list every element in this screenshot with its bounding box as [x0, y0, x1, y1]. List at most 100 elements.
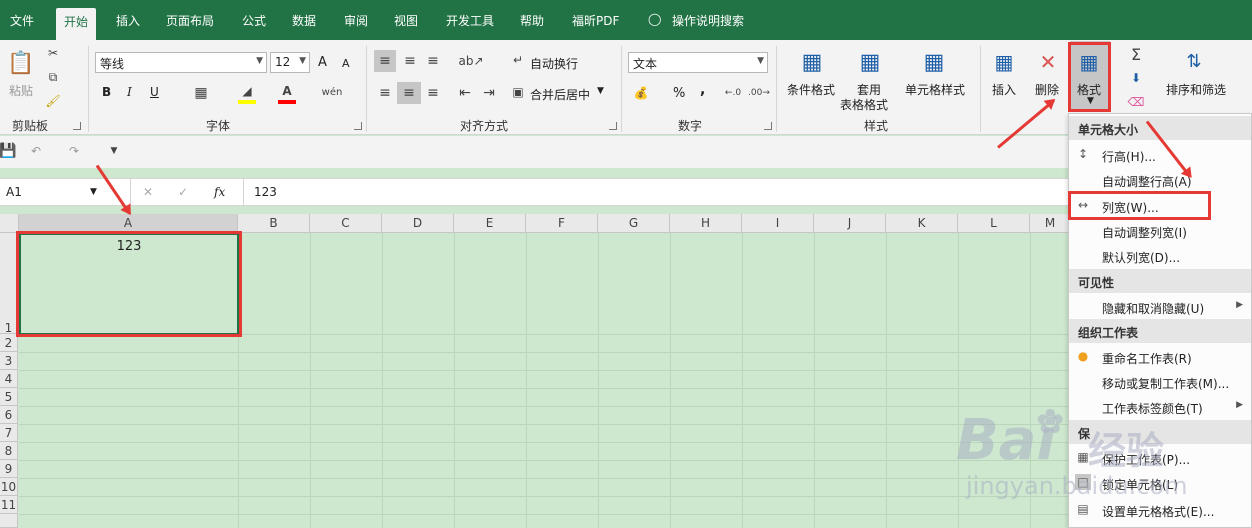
menu-item-tab-color[interactable]: 工作表标签颜色(T) ▶	[1069, 394, 1251, 419]
align-right-icon[interactable]: ≡	[422, 82, 444, 104]
sort-filter-icon[interactable]: ⇅	[1176, 46, 1212, 76]
conditional-format-icon[interactable]: ▦	[796, 46, 828, 78]
copy-icon[interactable]: ⧉	[44, 68, 62, 86]
menu-item-autofit-column[interactable]: 自动调整列宽(I)	[1069, 218, 1251, 243]
cancel-icon[interactable]: ✕	[140, 184, 156, 200]
font-color-icon[interactable]: A	[278, 82, 296, 100]
row-header-7[interactable]: 7	[0, 424, 18, 442]
row-header-8[interactable]: 8	[0, 442, 18, 460]
delete-cells-button[interactable]: 删除	[1035, 81, 1059, 98]
increase-indent-icon[interactable]: ⇥	[478, 82, 500, 104]
tab-home[interactable]: 开始	[56, 8, 97, 40]
row-header-10[interactable]: 10	[0, 478, 18, 496]
formula-input[interactable]: 123	[254, 185, 277, 199]
italic-button[interactable]: I	[127, 85, 132, 99]
tab-file[interactable]: 文件	[10, 12, 34, 29]
fill-icon[interactable]: ⬇	[1126, 68, 1146, 88]
tab-data[interactable]: 数据	[292, 12, 316, 29]
insert-cells-icon[interactable]: ▦	[990, 48, 1018, 76]
font-name-select[interactable]: 等线 ▼	[95, 52, 267, 73]
tab-review[interactable]: 审阅	[344, 12, 368, 29]
tab-view[interactable]: 视图	[394, 12, 418, 29]
redo-icon[interactable]: ↷	[66, 143, 82, 159]
number-launcher-icon[interactable]	[764, 122, 772, 130]
row-header-9[interactable]: 9	[0, 460, 18, 478]
sort-filter-button[interactable]: 排序和筛选	[1166, 81, 1226, 98]
border-icon[interactable]: ▦	[192, 84, 210, 102]
menu-item-row-height[interactable]: ↕ 行高(H)...	[1069, 142, 1251, 167]
tell-me-search[interactable]: 操作说明搜索	[672, 12, 744, 29]
clipboard-launcher-icon[interactable]	[73, 122, 81, 130]
column-header-k[interactable]: K	[886, 214, 958, 233]
decrease-decimal-icon[interactable]: .00→	[748, 82, 770, 104]
decrease-indent-icon[interactable]: ⇤	[454, 82, 476, 104]
insert-cells-button[interactable]: 插入	[992, 81, 1016, 98]
font-launcher-icon[interactable]	[354, 122, 362, 130]
fill-color-icon[interactable]: ◢	[238, 82, 256, 100]
column-header-l[interactable]: L	[958, 214, 1030, 233]
wrap-text-icon[interactable]: ↵	[510, 52, 526, 68]
name-box[interactable]: A1	[6, 185, 22, 199]
chevron-down-icon[interactable]: ▼	[90, 187, 97, 197]
column-header-e[interactable]: E	[454, 214, 526, 233]
number-format-select[interactable]: 文本 ▼	[628, 52, 768, 73]
align-top-icon[interactable]: ≡	[374, 50, 396, 72]
menu-item-default-width[interactable]: 默认列宽(D)...	[1069, 243, 1251, 268]
column-header-f[interactable]: F	[526, 214, 598, 233]
column-header-d[interactable]: D	[382, 214, 454, 233]
column-header-g[interactable]: G	[598, 214, 670, 233]
column-header-c[interactable]: C	[310, 214, 382, 233]
grow-font-button[interactable]: A	[318, 55, 327, 70]
increase-decimal-icon[interactable]: ←.0	[722, 82, 744, 104]
shrink-font-button[interactable]: A	[342, 57, 350, 70]
tab-developer[interactable]: 开发工具	[446, 12, 494, 29]
row-header-4[interactable]: 4	[0, 370, 18, 388]
currency-icon[interactable]: 💰	[630, 82, 652, 104]
row-header-11[interactable]: 11	[0, 496, 18, 514]
column-header-j[interactable]: J	[814, 214, 886, 233]
autosum-icon[interactable]: Σ	[1126, 44, 1146, 64]
menu-item-move-copy[interactable]: 移动或复制工作表(M)...	[1069, 369, 1251, 394]
row-header-3[interactable]: 3	[0, 352, 18, 370]
alignment-launcher-icon[interactable]	[609, 122, 617, 130]
row-header-6[interactable]: 6	[0, 406, 18, 424]
column-header-b[interactable]: B	[238, 214, 310, 233]
align-middle-icon[interactable]: ≡	[399, 50, 421, 72]
menu-item-autofit-row[interactable]: 自动调整行高(A)	[1069, 167, 1251, 192]
conditional-format-button[interactable]: 条件格式	[787, 81, 835, 98]
chevron-down-icon[interactable]: ▼	[597, 86, 604, 96]
tab-help[interactable]: 帮助	[520, 12, 544, 29]
menu-item-hide-unhide[interactable]: 隐藏和取消隐藏(U) ▶	[1069, 294, 1251, 319]
merge-center-button[interactable]: 合并后居中	[530, 86, 590, 103]
align-center-icon[interactable]: ≡	[397, 82, 421, 104]
row-header-5[interactable]: 5	[0, 388, 18, 406]
clear-icon[interactable]: ⌫	[1126, 92, 1146, 112]
column-header-i[interactable]: I	[742, 214, 814, 233]
format-as-table-label-2[interactable]: 表格格式	[840, 96, 888, 113]
format-as-table-icon[interactable]: ▦	[854, 46, 886, 78]
paste-button[interactable]: 粘贴	[9, 82, 33, 99]
cell-styles-button[interactable]: 单元格样式	[905, 81, 965, 98]
menu-item-rename-sheet[interactable]: ● 重命名工作表(R)	[1069, 344, 1251, 369]
bold-button[interactable]: B	[102, 85, 111, 99]
tab-formulas[interactable]: 公式	[242, 12, 266, 29]
save-icon[interactable]: 💾	[0, 143, 17, 159]
comma-button[interactable]: ,	[700, 82, 705, 98]
align-bottom-icon[interactable]: ≡	[422, 50, 444, 72]
menu-item-format-cells[interactable]: ▤ 设置单元格格式(E)...	[1069, 497, 1251, 522]
format-painter-icon[interactable]: 🖌	[44, 92, 62, 110]
font-size-select[interactable]: 12 ▼	[270, 52, 310, 73]
percent-button[interactable]: %	[673, 86, 685, 101]
undo-icon[interactable]: ↶	[28, 143, 44, 159]
merge-center-icon[interactable]: ▣	[510, 84, 526, 100]
align-left-icon[interactable]: ≡	[374, 82, 396, 104]
underline-button[interactable]: U	[150, 85, 159, 99]
tab-foxit-pdf[interactable]: 福昕PDF	[572, 12, 619, 29]
row-header-12[interactable]	[0, 514, 18, 528]
orientation-icon[interactable]: ab↗	[456, 50, 486, 72]
tab-page-layout[interactable]: 页面布局	[166, 12, 214, 29]
column-header-h[interactable]: H	[670, 214, 742, 233]
paste-icon[interactable]: 📋	[6, 46, 36, 80]
cut-icon[interactable]: ✂	[44, 44, 62, 62]
delete-cells-icon[interactable]: ✕	[1034, 48, 1062, 76]
